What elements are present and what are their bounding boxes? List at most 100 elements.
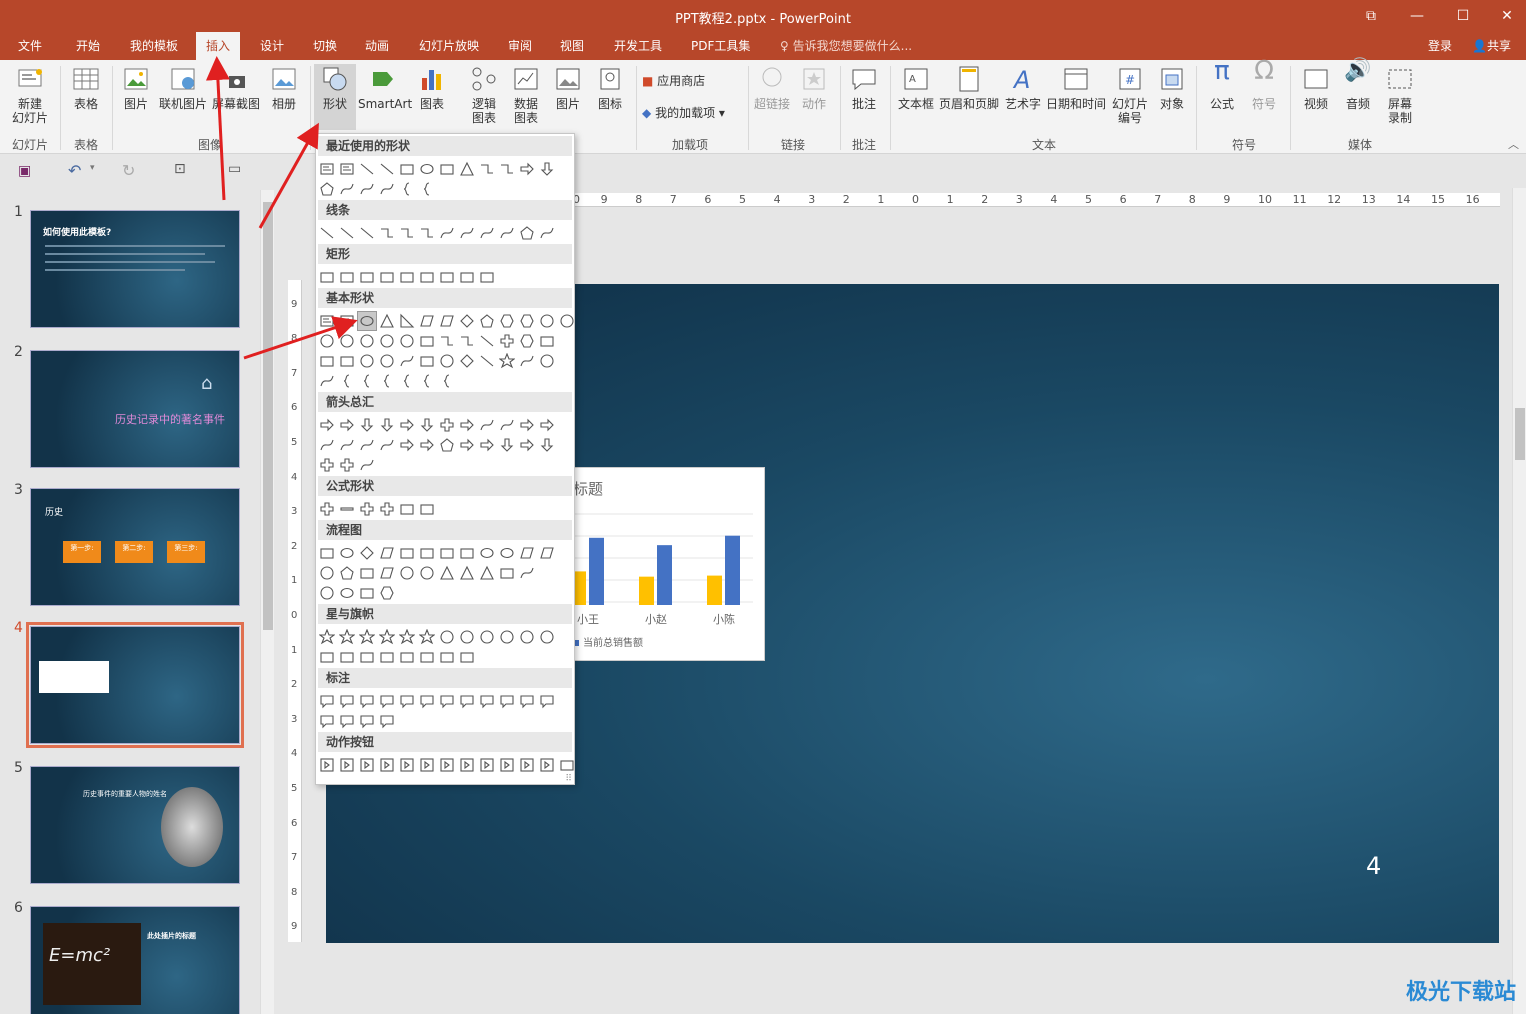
- shape-curve-icon[interactable]: [398, 352, 416, 370]
- shape-arrR-icon[interactable]: [518, 416, 536, 434]
- shape-arrR-icon[interactable]: [538, 416, 556, 434]
- shape-curve-icon[interactable]: [498, 224, 516, 242]
- slide-thumbnail-1[interactable]: 如何使用此模板?: [30, 210, 240, 328]
- shape-curve-icon[interactable]: [478, 224, 496, 242]
- shape-callout-icon[interactable]: [478, 692, 496, 710]
- shape-star-icon[interactable]: [498, 352, 516, 370]
- video-button[interactable]: 视频: [1296, 64, 1336, 111]
- shape-circ-icon[interactable]: [398, 564, 416, 582]
- format-icon[interactable]: ▭: [228, 161, 241, 177]
- shape-brace-icon[interactable]: [418, 372, 436, 390]
- shape-rect-icon[interactable]: [438, 268, 456, 286]
- shape-rect-icon[interactable]: [418, 500, 436, 518]
- shape-btn-icon[interactable]: [358, 756, 376, 774]
- shape-curve-icon[interactable]: [378, 436, 396, 454]
- shape-circ-icon[interactable]: [438, 628, 456, 646]
- shape-curve-icon[interactable]: [358, 436, 376, 454]
- slide-number-button[interactable]: # 幻灯片 编号: [1108, 64, 1152, 125]
- shape-circ-icon[interactable]: [478, 628, 496, 646]
- shape-callout-icon[interactable]: [318, 692, 336, 710]
- slide-thumbnail-4[interactable]: [26, 622, 244, 748]
- shape-plus-icon[interactable]: [498, 332, 516, 350]
- shape-pent-icon[interactable]: [478, 312, 496, 330]
- shape-circ-icon[interactable]: [538, 352, 556, 370]
- shape-circ-icon[interactable]: [358, 352, 376, 370]
- shape-elbow-icon[interactable]: [438, 332, 456, 350]
- shape-para-icon[interactable]: [378, 564, 396, 582]
- chart-button[interactable]: 图表: [414, 64, 450, 111]
- shape-pent-icon[interactable]: [518, 224, 536, 242]
- shape-txt-icon[interactable]: [318, 160, 336, 178]
- shape-arrR-icon[interactable]: [478, 436, 496, 454]
- shape-arrR-icon[interactable]: [518, 436, 536, 454]
- maximize-button[interactable]: ☐: [1440, 4, 1486, 28]
- shape-diam-icon[interactable]: [458, 312, 476, 330]
- shape-plus-icon[interactable]: [318, 456, 336, 474]
- shape-oval-icon[interactable]: [338, 584, 356, 602]
- shape-callout-icon[interactable]: [498, 692, 516, 710]
- shape-rect-icon[interactable]: [478, 268, 496, 286]
- tab-file[interactable]: 文件: [8, 32, 52, 60]
- shape-elbow-icon[interactable]: [478, 160, 496, 178]
- shape-curve-icon[interactable]: [358, 456, 376, 474]
- shape-minus-icon[interactable]: [338, 500, 356, 518]
- share-button[interactable]: 👤共享: [1462, 32, 1521, 60]
- shape-rect-icon[interactable]: [458, 648, 476, 666]
- shape-elbow-icon[interactable]: [498, 160, 516, 178]
- shape-tri-icon[interactable]: [478, 564, 496, 582]
- shape-rect-icon[interactable]: [398, 268, 416, 286]
- shape-txt-icon[interactable]: [338, 312, 356, 330]
- shape-rect-icon[interactable]: [338, 648, 356, 666]
- slide-thumbnail-5[interactable]: 历史事件的重要人物的姓名: [30, 766, 240, 884]
- picture-button[interactable]: 图片: [116, 64, 156, 111]
- shape-circ-icon[interactable]: [338, 332, 356, 350]
- tab-developer[interactable]: 开发工具: [604, 32, 672, 60]
- shape-circ-icon[interactable]: [378, 352, 396, 370]
- shape-arrD-icon[interactable]: [358, 416, 376, 434]
- tab-design[interactable]: 设计: [250, 32, 294, 60]
- shape-para-icon[interactable]: [418, 312, 436, 330]
- shape-brace-icon[interactable]: [338, 372, 356, 390]
- shape-callout-icon[interactable]: [538, 692, 556, 710]
- new-slide-button[interactable]: 新建 幻灯片: [4, 64, 56, 125]
- audio-button[interactable]: 🔊 音频: [1338, 60, 1378, 112]
- shape-btn-icon[interactable]: [338, 756, 356, 774]
- shape-rect-icon[interactable]: [358, 268, 376, 286]
- shape-circ-icon[interactable]: [398, 332, 416, 350]
- slide-thumbnail-3[interactable]: 历史 第一步: 第二步: 第三步:: [30, 488, 240, 606]
- picture2-button[interactable]: 图片: [548, 64, 588, 111]
- shape-brace-icon[interactable]: [438, 372, 456, 390]
- shape-curve-icon[interactable]: [318, 436, 336, 454]
- symbol-button[interactable]: Ω 符号: [1244, 58, 1284, 111]
- shape-brace-icon[interactable]: [398, 372, 416, 390]
- action-button[interactable]: 动作: [794, 64, 834, 111]
- shape-rect-icon[interactable]: [338, 268, 356, 286]
- shape-rect-icon[interactable]: [458, 544, 476, 562]
- shape-arrR-icon[interactable]: [418, 436, 436, 454]
- shape-star-icon[interactable]: [338, 628, 356, 646]
- shape-elbow-icon[interactable]: [398, 224, 416, 242]
- shape-curve-icon[interactable]: [338, 180, 356, 198]
- shape-hex-icon[interactable]: [498, 312, 516, 330]
- tab-animations[interactable]: 动画: [355, 32, 399, 60]
- shape-plus-icon[interactable]: [338, 456, 356, 474]
- shape-callout-icon[interactable]: [458, 692, 476, 710]
- header-footer-button[interactable]: 页眉和页脚: [938, 64, 1000, 111]
- tab-insert[interactable]: 插入: [196, 32, 241, 60]
- shape-callout-icon[interactable]: [378, 692, 396, 710]
- shape-pent-icon[interactable]: [338, 564, 356, 582]
- shape-elbow-icon[interactable]: [378, 224, 396, 242]
- shape-para-icon[interactable]: [518, 544, 536, 562]
- shape-arrD-icon[interactable]: [418, 416, 436, 434]
- shape-curve-icon[interactable]: [518, 564, 536, 582]
- shape-callout-icon[interactable]: [378, 712, 396, 730]
- shape-rtri-icon[interactable]: [398, 312, 416, 330]
- shape-btn-icon[interactable]: [498, 756, 516, 774]
- shape-plus-icon[interactable]: [318, 500, 336, 518]
- shape-rect-icon[interactable]: [378, 648, 396, 666]
- slide-thumbnail-6[interactable]: E=mc² 此处插片的标题: [30, 906, 240, 1014]
- shape-hex-icon[interactable]: [378, 584, 396, 602]
- collapse-ribbon-icon[interactable]: ︿: [1508, 136, 1519, 152]
- shape-btn-icon[interactable]: [378, 756, 396, 774]
- shape-tri-icon[interactable]: [378, 312, 396, 330]
